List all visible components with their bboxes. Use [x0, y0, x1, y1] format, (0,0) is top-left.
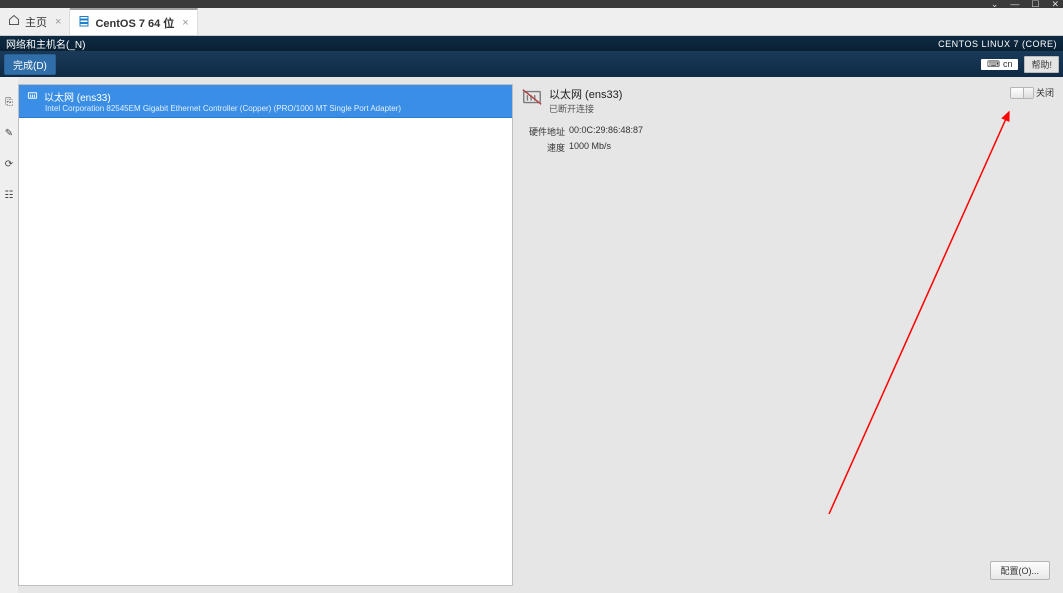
- brand-label: CENTOS LINUX 7 (CORE): [938, 39, 1057, 49]
- kv-speed: 速度 1000 Mb/s: [523, 141, 1056, 154]
- ime-badge[interactable]: ⌨ cn: [981, 59, 1019, 70]
- hwaddr-value: 00:0C:29:86:48:87: [569, 125, 643, 138]
- tab-vm-label: CentOS 7 64 位: [95, 15, 174, 31]
- hwaddr-label: 硬件地址: [523, 125, 565, 138]
- tab-home-label: 主页: [25, 14, 47, 30]
- annotation-arrow: [809, 104, 1029, 524]
- toggle-knob: [1023, 88, 1033, 98]
- kv-hwaddr: 硬件地址 00:0C:29:86:48:87: [523, 125, 1056, 138]
- detail-title: 以太网 (ens33): [549, 86, 622, 102]
- nic-list-panel: 以太网 (ens33) Intel Corporation 82545EM Gi…: [18, 84, 513, 586]
- tab-home[interactable]: 主页 ×: [0, 8, 70, 35]
- tab-vm[interactable]: CentOS 7 64 位 ×: [70, 8, 197, 35]
- content-area: ⎘ ✎ ⟳ ☷ 以太网 (ens33) Intel Corporation 82…: [0, 77, 1063, 593]
- toggle-track[interactable]: [1010, 87, 1034, 99]
- connection-toggle[interactable]: 关闭: [1010, 86, 1054, 99]
- done-button[interactable]: 完成(D): [4, 54, 56, 75]
- gutter-tool-4[interactable]: ☷: [5, 190, 14, 201]
- ime-label: cn: [1003, 59, 1013, 69]
- tab-vm-close-icon[interactable]: ×: [182, 17, 188, 29]
- left-gutter: ⎘ ✎ ⟳ ☷: [0, 77, 18, 593]
- home-icon: [8, 14, 20, 29]
- detail-status: 已断开连接: [549, 102, 622, 115]
- gutter-tool-3[interactable]: ⟳: [5, 159, 13, 170]
- nic-list-item-ens33[interactable]: 以太网 (ens33) Intel Corporation 82545EM Gi…: [19, 85, 512, 118]
- configure-button[interactable]: 配置(O)...: [990, 561, 1051, 580]
- toggle-label: 关闭: [1036, 86, 1054, 99]
- vm-stack-icon: [78, 15, 90, 30]
- tabs-bar: 主页 × CentOS 7 64 位 ×: [0, 8, 1063, 36]
- subband-right-controls: ⌨ cn 帮助!: [981, 56, 1059, 73]
- window-minimize-button[interactable]: —: [1010, 0, 1019, 8]
- keyboard-icon: ⌨: [987, 59, 1000, 70]
- page-title: 网络和主机名(_N): [6, 36, 85, 51]
- gutter-tool-1[interactable]: ⎘: [5, 97, 13, 108]
- header-band: 网络和主机名(_N) CENTOS LINUX 7 (CORE): [0, 36, 1063, 51]
- sub-band: 完成(D) ⌨ cn 帮助!: [0, 51, 1063, 77]
- detail-kv-block: 硬件地址 00:0C:29:86:48:87 速度 1000 Mb/s: [519, 125, 1056, 154]
- help-button[interactable]: 帮助!: [1024, 56, 1059, 73]
- tab-home-close-icon[interactable]: ×: [55, 16, 61, 28]
- ethernet-large-icon: [521, 86, 543, 108]
- nic-item-name: 以太网 (ens33): [44, 89, 111, 104]
- window-dropdown-icon[interactable]: ⌄: [991, 0, 999, 8]
- speed-label: 速度: [523, 141, 565, 154]
- window-close-button[interactable]: ✕: [1051, 0, 1059, 8]
- speed-value: 1000 Mb/s: [569, 141, 611, 154]
- nic-item-desc: Intel Corporation 82545EM Gigabit Ethern…: [27, 104, 504, 113]
- detail-header: 以太网 (ens33) 已断开连接: [519, 84, 1056, 121]
- window-maximize-button[interactable]: ☐: [1031, 0, 1039, 8]
- window-titlebar: ⌄ — ☐ ✕: [0, 0, 1063, 8]
- ethernet-icon: [27, 90, 38, 104]
- gutter-tool-2[interactable]: ✎: [5, 128, 13, 139]
- nic-detail-panel: 以太网 (ens33) 已断开连接 硬件地址 00:0C:29:86:48:87…: [519, 84, 1056, 586]
